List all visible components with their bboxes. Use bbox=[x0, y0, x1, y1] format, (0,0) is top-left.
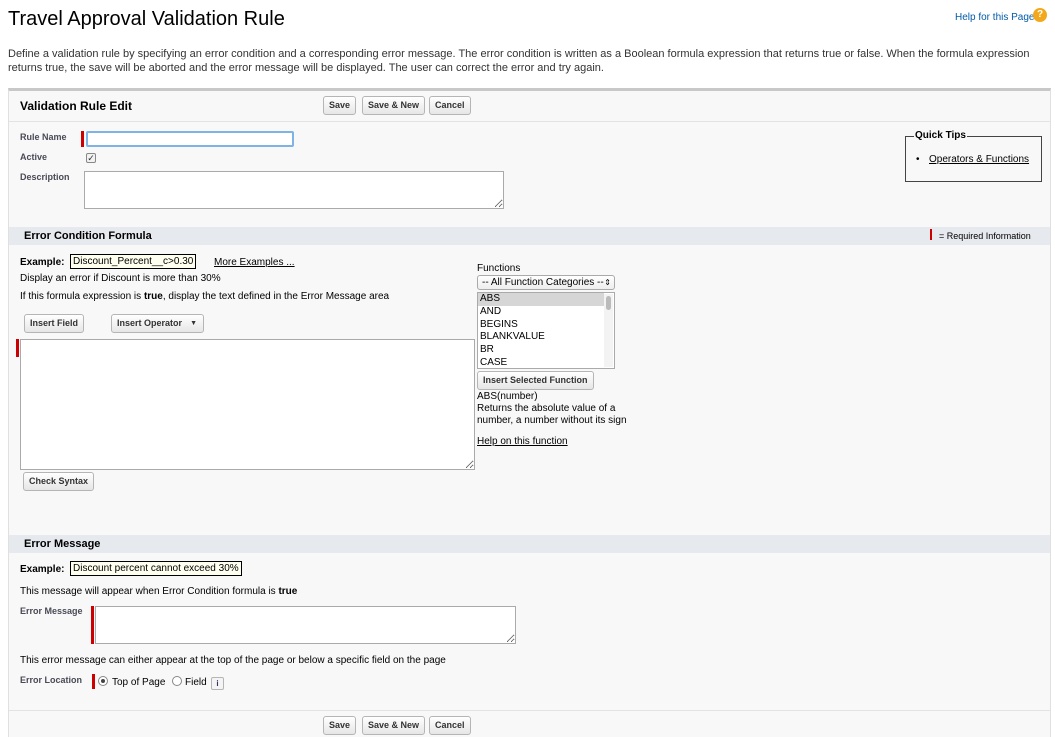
function-list-scrollbar[interactable] bbox=[604, 294, 613, 367]
divider bbox=[9, 121, 1050, 122]
field-radio[interactable] bbox=[172, 676, 182, 686]
cancel-button-bottom[interactable]: Cancel bbox=[429, 716, 471, 735]
insert-operator-button[interactable]: Insert Operator ▼ bbox=[111, 314, 204, 333]
help-icon[interactable]: ? bbox=[1033, 8, 1047, 22]
bullet: • bbox=[916, 154, 920, 165]
instruction-suffix: , display the text defined in the Error … bbox=[162, 291, 390, 302]
error-location-label: Error Location bbox=[20, 675, 83, 685]
category-selected-value: -- All Function Categories -- bbox=[482, 277, 604, 288]
function-option[interactable]: AND bbox=[478, 306, 604, 319]
function-option[interactable]: BLANKVALUE bbox=[478, 331, 604, 344]
top-of-page-label[interactable]: Top of Page bbox=[112, 677, 165, 688]
save-button-top[interactable]: Save bbox=[323, 96, 357, 115]
formula-textarea[interactable] bbox=[20, 339, 475, 470]
divider bbox=[9, 710, 1050, 711]
error-message-textarea[interactable] bbox=[95, 606, 516, 644]
formula-instruction: If this formula expression is true, disp… bbox=[20, 291, 389, 302]
help-for-page-link[interactable]: Help for this Page bbox=[955, 12, 1035, 23]
cancel-button-top[interactable]: Cancel bbox=[429, 96, 471, 115]
insert-operator-label: Insert Operator bbox=[117, 318, 183, 328]
example-message: Discount percent cannot exceed 30% bbox=[70, 561, 242, 576]
quick-tips-title: Quick Tips bbox=[914, 130, 967, 141]
insert-selected-function-button[interactable]: Insert Selected Function bbox=[477, 371, 594, 390]
function-listbox[interactable]: ABS AND BEGINS BLANKVALUE BR CASE bbox=[477, 292, 615, 369]
info-icon[interactable]: i bbox=[211, 677, 224, 690]
error-message-section-header bbox=[9, 535, 1050, 553]
function-signature: ABS(number) bbox=[477, 391, 538, 402]
required-indicator bbox=[81, 131, 84, 147]
description-textarea[interactable] bbox=[84, 171, 504, 209]
required-indicator bbox=[16, 339, 19, 357]
function-description: Returns the absolute value of a number, … bbox=[477, 403, 627, 426]
instruction-bold: true bbox=[143, 291, 163, 302]
appear-bold: true bbox=[278, 586, 298, 597]
required-indicator bbox=[91, 606, 94, 644]
save-button-bottom[interactable]: Save bbox=[323, 716, 357, 735]
required-indicator bbox=[92, 674, 95, 689]
error-appear-note: This message will appear when Error Cond… bbox=[20, 586, 297, 597]
required-legend-bar bbox=[930, 229, 932, 240]
operators-functions-link[interactable]: Operators & Functions bbox=[929, 154, 1029, 165]
rule-name-input[interactable] bbox=[86, 131, 294, 147]
function-option[interactable]: BR bbox=[478, 344, 604, 357]
help-on-function-link[interactable]: Help on this function bbox=[477, 436, 568, 447]
check-syntax-button[interactable]: Check Syntax bbox=[23, 472, 95, 491]
instruction-prefix: If this formula expression is bbox=[20, 291, 144, 302]
error-condition-section-header bbox=[9, 227, 1050, 245]
required-legend: = Required Information bbox=[939, 231, 1031, 241]
description-label: Description bbox=[20, 172, 70, 182]
function-option[interactable]: CASE bbox=[478, 357, 604, 368]
function-category-select[interactable]: -- All Function Categories -- ⇕ bbox=[477, 275, 615, 290]
function-option[interactable]: ABS bbox=[478, 293, 604, 306]
save-new-button-top[interactable]: Save & New bbox=[362, 96, 426, 115]
page-title: Travel Approval Validation Rule bbox=[8, 8, 285, 30]
example-label: Example: bbox=[20, 257, 65, 268]
chevron-down-icon: ▼ bbox=[190, 320, 197, 327]
error-location-note: This error message can either appear at … bbox=[20, 655, 446, 666]
example-formula: Discount_Percent__c>0.30 bbox=[70, 254, 197, 269]
example-label: Example: bbox=[20, 564, 65, 575]
active-checkbox[interactable]: ✓ bbox=[86, 153, 96, 163]
active-label: Active bbox=[20, 152, 48, 162]
example-description: Display an error if Discount is more tha… bbox=[20, 273, 221, 284]
appear-prefix: This message will appear when Error Cond… bbox=[20, 586, 279, 597]
top-of-page-radio[interactable] bbox=[98, 676, 108, 686]
scrollbar-thumb[interactable] bbox=[606, 296, 611, 310]
panel-title: Validation Rule Edit bbox=[20, 99, 133, 113]
error-message-title: Error Message bbox=[24, 538, 101, 550]
intro-text: Define a validation rule by specifying a… bbox=[8, 48, 1030, 74]
error-message-label: Error Message bbox=[20, 606, 83, 616]
rule-name-label: Rule Name bbox=[20, 132, 67, 142]
select-arrows-icon: ⇕ bbox=[604, 278, 611, 287]
error-condition-title: Error Condition Formula bbox=[24, 230, 152, 242]
save-new-button-bottom[interactable]: Save & New bbox=[362, 716, 426, 735]
function-option[interactable]: BEGINS bbox=[478, 319, 604, 332]
insert-field-button[interactable]: Insert Field bbox=[24, 314, 85, 333]
functions-label: Functions bbox=[477, 263, 521, 274]
more-examples-link[interactable]: More Examples ... bbox=[214, 257, 295, 268]
field-label[interactable]: Field bbox=[185, 677, 207, 688]
